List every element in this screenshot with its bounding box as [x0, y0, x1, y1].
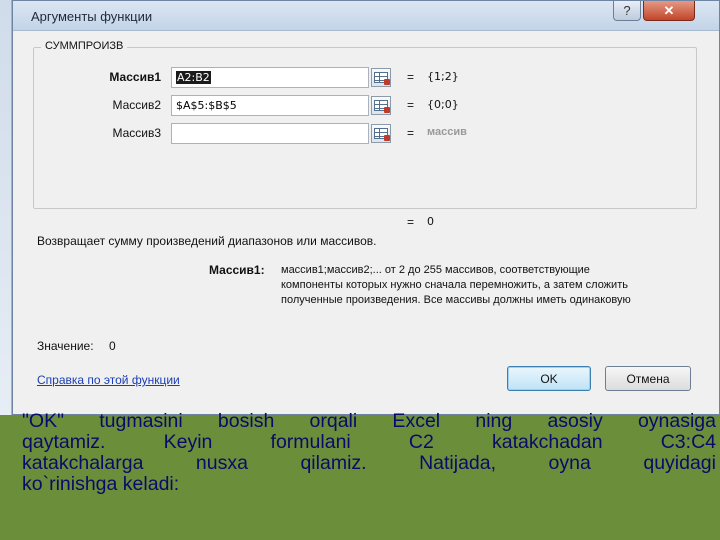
- arg-help-line: полученные произведения. Все массивы дол…: [281, 294, 631, 306]
- formula-result: 0: [427, 215, 434, 228]
- function-arguments-dialog: Аргументы функции ? ✕ СУММПРОИЗВ Массив1…: [12, 0, 720, 415]
- arg1-label: Массив1: [109, 70, 161, 84]
- arg-help-text: массив1;массив2;... от 2 до 255 массивов…: [281, 263, 699, 308]
- arg2-collapse-button[interactable]: [371, 96, 391, 115]
- cancel-button[interactable]: Отмена: [605, 366, 691, 391]
- dialog-title: Аргументы функции: [31, 9, 153, 24]
- arg3-label: Массив3: [112, 126, 161, 140]
- close-button[interactable]: ✕: [643, 1, 695, 21]
- arg2-result: {0;0}: [427, 98, 459, 111]
- arg2-label: Массив2: [112, 98, 161, 112]
- arg-help-line: компоненты которых нужно сначала перемно…: [281, 279, 628, 291]
- arg3-result: массив: [427, 126, 467, 138]
- ok-button[interactable]: OK: [507, 366, 591, 391]
- caption-line: "OK" tugmasini bosish orqali Excel ning …: [22, 410, 716, 432]
- help-button[interactable]: ?: [613, 1, 641, 21]
- arg3-collapse-button[interactable]: [371, 124, 391, 143]
- formula-result-equals: =: [407, 215, 415, 229]
- value-result: 0: [109, 339, 116, 353]
- range-select-icon: [374, 72, 390, 85]
- arg1-result: {1;2}: [427, 70, 459, 83]
- arg1-collapse-button[interactable]: [371, 68, 391, 87]
- value-label: Значение:: [37, 339, 94, 353]
- range-select-icon: [374, 100, 390, 113]
- arg3-equals: =: [407, 126, 415, 140]
- function-help-link[interactable]: Справка по этой функции: [37, 373, 180, 387]
- caption-line: qaytamiz. Keyin formulani C2 katakchadan…: [22, 431, 716, 453]
- dialog-titlebar: Аргументы функции ? ✕: [13, 1, 719, 31]
- arg2-equals: =: [407, 98, 415, 112]
- caption-line: ko`rinishga keladi:: [22, 473, 180, 495]
- function-description: Возвращает сумму произведений диапазонов…: [37, 234, 377, 248]
- arg-help-name: Массив1:: [209, 263, 265, 277]
- range-select-icon: [374, 128, 390, 141]
- arg1-value: A2:B2: [176, 71, 211, 84]
- arg1-input[interactable]: A2:B2: [171, 67, 369, 88]
- caption-line: katakchalarga nusxa qilamiz. Natijada, o…: [22, 452, 716, 474]
- arg-help-line: массив1;массив2;... от 2 до 255 массивов…: [281, 264, 590, 276]
- slide-caption: "OK" tugmasini bosish orqali Excel ning …: [22, 411, 716, 495]
- arg2-input[interactable]: $A$5:$B$5: [171, 95, 369, 116]
- arg3-input[interactable]: [171, 123, 369, 144]
- function-name: СУММПРОИЗВ: [41, 40, 128, 52]
- background-window-edge: [0, 0, 12, 415]
- arg2-value: $A$5:$B$5: [176, 99, 237, 112]
- arg1-equals: =: [407, 70, 415, 84]
